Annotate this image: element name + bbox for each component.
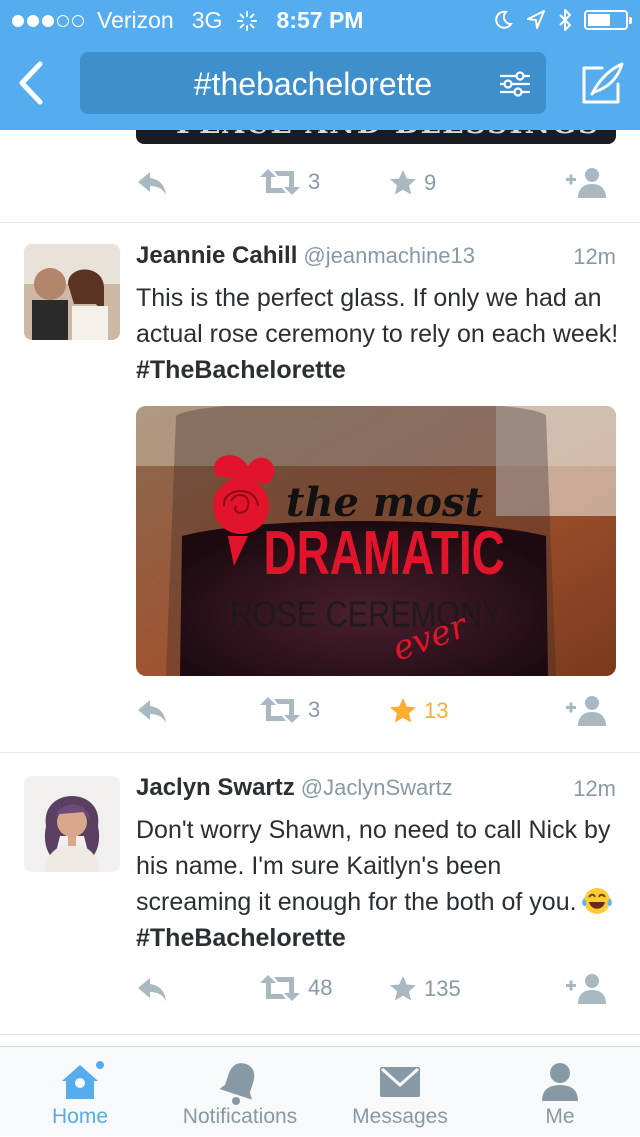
favorite-button[interactable]: 9 <box>388 168 436 198</box>
tweet-media-image[interactable]: the most DRAMATIC ROSE CEREMONY ever <box>136 406 616 676</box>
location-arrow-icon <box>527 10 545 29</box>
tweet-media-cropped[interactable]: PEACE AND BLESSINGS <box>136 130 616 144</box>
reply-icon[interactable] <box>136 168 168 198</box>
retweet-icon <box>260 169 300 195</box>
tweet-header: Jaclyn Swartz @JaclynSwartz 12m <box>136 774 616 806</box>
retweet-icon <box>260 975 300 1001</box>
tab-notifications[interactable]: Notifications <box>160 1047 320 1137</box>
avatar[interactable] <box>24 244 120 340</box>
star-icon <box>390 170 416 195</box>
author-handle[interactable]: @JaclynSwartz <box>301 775 453 800</box>
avatar[interactable] <box>24 776 120 872</box>
tweet-timestamp: 12m <box>573 776 616 801</box>
back-chevron-icon[interactable] <box>12 58 52 108</box>
tweet-actions: 3 13 <box>136 694 606 728</box>
tab-label: Messages <box>352 1105 448 1128</box>
top-bar: Verizon 3G 8:57 PM #thebachelorette <box>0 0 640 130</box>
image-text-line2: DRAMATIC <box>264 518 505 587</box>
retweet-count: 48 <box>308 975 333 1000</box>
tab-messages[interactable]: Messages <box>320 1047 480 1137</box>
status-bar: Verizon 3G 8:57 PM <box>0 0 640 40</box>
tweet-actions: 48 135 <box>136 972 606 1006</box>
moon-icon <box>495 10 513 29</box>
bluetooth-icon <box>559 9 571 31</box>
retweet-button[interactable]: 3 <box>258 696 320 724</box>
retweet-count: 3 <box>308 697 321 722</box>
tweet-actions: 3 9 <box>136 166 606 200</box>
divider <box>0 1034 640 1035</box>
retweet-icon <box>260 697 300 723</box>
author-name[interactable]: Jeannie Cahill <box>136 242 297 269</box>
author-handle[interactable]: @jeanmachine13 <box>303 243 475 268</box>
favorite-count: 9 <box>424 170 437 195</box>
favorite-button[interactable]: 135 <box>388 974 461 1004</box>
filter-sliders-icon[interactable] <box>498 70 532 98</box>
search-field[interactable]: #thebachelorette <box>80 52 546 114</box>
tab-label: Me <box>545 1105 575 1128</box>
author-name[interactable]: Jaclyn Swartz <box>136 774 295 801</box>
search-query: #thebachelorette <box>193 66 433 102</box>
tweet-body: This is the perfect glass. If only we ha… <box>136 284 619 348</box>
tab-label: Home <box>51 1105 109 1128</box>
battery-icon <box>584 10 632 30</box>
divider <box>0 752 640 753</box>
tweet-feed[interactable]: PEACE AND BLESSINGS 3 9 <box>0 130 640 1046</box>
tweet-header: Jeannie Cahill @jeanmachine13 12m <box>136 242 616 274</box>
follow-user-icon[interactable] <box>566 972 606 1006</box>
bell-icon <box>219 1063 255 1105</box>
favorite-count: 13 <box>424 698 449 723</box>
divider <box>0 222 640 223</box>
tab-bar: Home Notifications Messages Me <box>0 1046 640 1136</box>
tweet-text: Don't worry Shawn, no need to call Nick … <box>136 812 620 956</box>
hashtag-link[interactable]: #TheBachelorette <box>136 924 346 952</box>
person-icon <box>542 1063 578 1101</box>
home-icon <box>62 1061 104 1099</box>
follow-user-icon[interactable] <box>566 694 606 728</box>
reply-icon[interactable] <box>136 974 168 1004</box>
tweet-timestamp: 12m <box>573 244 616 269</box>
reply-icon[interactable] <box>136 696 168 726</box>
retweet-count: 3 <box>308 169 321 194</box>
retweet-button[interactable]: 3 <box>258 168 320 196</box>
star-icon <box>390 976 416 1001</box>
favorite-count: 135 <box>424 976 461 1001</box>
tab-me[interactable]: Me <box>480 1047 640 1137</box>
tweet-text: This is the perfect glass. If only we ha… <box>136 280 620 388</box>
favorite-button[interactable]: 13 <box>388 696 448 726</box>
envelope-icon <box>380 1067 420 1097</box>
compose-quill-icon[interactable] <box>580 60 626 106</box>
retweet-button[interactable]: 48 <box>258 974 332 1002</box>
star-icon <box>390 698 416 723</box>
tweet-body: Don't worry Shawn, no need to call Nick … <box>136 816 611 916</box>
tears-of-joy-emoji-icon <box>581 888 612 914</box>
hashtag-link[interactable]: #TheBachelorette <box>136 356 346 384</box>
media-caption: PEACE AND BLESSINGS <box>176 130 600 138</box>
tab-label: Notifications <box>182 1105 298 1128</box>
follow-user-icon[interactable] <box>566 166 606 200</box>
search-nav-bar: #thebachelorette <box>0 40 640 130</box>
tab-home[interactable]: Home <box>0 1047 160 1137</box>
